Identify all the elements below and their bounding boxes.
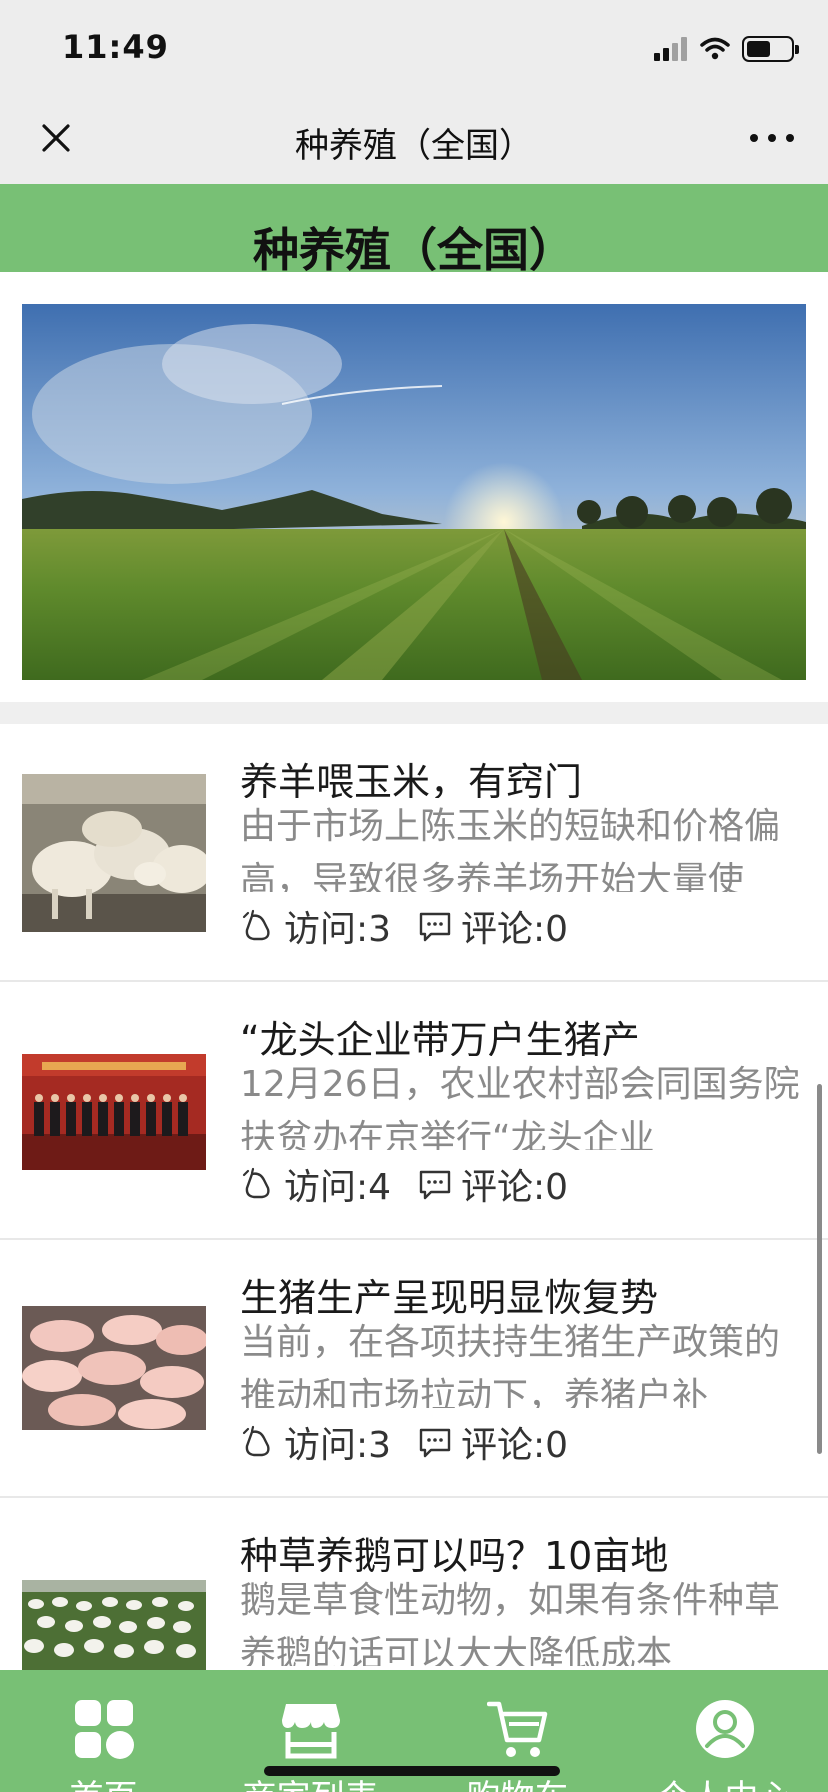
more-icon[interactable]	[750, 126, 794, 150]
tab-home[interactable]: 首页	[0, 1670, 207, 1792]
store-icon	[282, 1704, 340, 1759]
comment-icon	[419, 1170, 451, 1200]
section-divider	[0, 702, 828, 724]
tab-label: 首页	[0, 1770, 207, 1792]
battery-level	[747, 41, 771, 57]
article-thumbnail	[22, 1580, 206, 1670]
article-summary: 12月26日，农业农村部会同国务院扶贫办在京举行“龙头企业	[240, 1064, 800, 1150]
comment-icon	[419, 912, 451, 942]
visits-icon	[242, 909, 270, 941]
sheep-image	[22, 774, 206, 932]
article-item[interactable]: 养羊喂玉米，有窍门 由于市场上陈玉米的短缺和价格偏高，导致很多养羊场开始大量使 …	[0, 724, 828, 982]
article-summary: 鹅是草食性动物，如果有条件种草养鹅的话可以大大降低成本	[240, 1580, 781, 1666]
field-landscape-image	[22, 304, 806, 680]
article-title[interactable]: 生猪生产呈现明显恢复势	[240, 1270, 800, 1314]
battery-icon	[742, 36, 799, 62]
article-summary: 由于市场上陈玉米的短缺和价格偏高，导致很多养羊场开始大量使	[240, 806, 781, 892]
article-item[interactable]: 生猪生产呈现明显恢复势 当前，在各项扶持生猪生产政策的推动和市场拉动下，养猪户补…	[0, 1240, 828, 1498]
article-item[interactable]: 种草养鹅可以吗？10亩地 鹅是草食性动物，如果有条件种草养鹅的话可以大大降低成本	[0, 1498, 828, 1670]
scrollbar[interactable]	[817, 1084, 822, 1454]
nav-title: 种养殖（全国）	[295, 126, 533, 166]
cart-icon	[487, 1701, 548, 1757]
visit-count-label: 访问:4	[284, 1167, 392, 1208]
article-title[interactable]: 种草养鹅可以吗？10亩地	[240, 1528, 800, 1572]
comment-count: 评论:0	[417, 900, 568, 952]
visits-icon	[242, 1167, 270, 1199]
status-time: 11:49	[62, 28, 169, 66]
wifi-icon	[700, 37, 730, 60]
page-header: 种养殖（全国）	[0, 184, 828, 272]
article-meta: 访问:3 评论:0	[240, 1420, 594, 1466]
comment-icon	[419, 1428, 451, 1458]
visit-count: 访问:4	[240, 1158, 391, 1210]
meeting-image	[22, 1054, 206, 1170]
user-icon	[696, 1700, 754, 1758]
article-thumbnail	[22, 1306, 206, 1430]
tab-label: 个人中心	[621, 1770, 828, 1792]
article-meta: 访问:3 评论:0	[240, 904, 594, 950]
cellular-signal-icon	[654, 37, 688, 61]
article-thumbnail	[22, 1054, 206, 1170]
visit-count-label: 访问:3	[284, 909, 392, 950]
comment-count: 评论:0	[417, 1158, 568, 1210]
comment-count: 评论:0	[417, 1416, 568, 1468]
home-indicator	[264, 1766, 560, 1776]
article-summary: 当前，在各项扶持生猪生产政策的推动和市场拉动下，养猪户补	[240, 1322, 781, 1408]
article-item[interactable]: “龙头企业带万户生猪产 12月26日，农业农村部会同国务院扶贫办在京举行“龙头企…	[0, 982, 828, 1240]
status-bar: 11:49	[0, 0, 828, 96]
tab-profile[interactable]: 个人中心	[621, 1670, 828, 1792]
pigs-image	[22, 1306, 206, 1430]
grid-icon	[75, 1700, 134, 1759]
article-title[interactable]: 养羊喂玉米，有窍门	[240, 754, 800, 798]
visit-count: 访问:3	[240, 1416, 391, 1468]
comment-count-label: 评论:0	[461, 1167, 569, 1208]
article-title[interactable]: “龙头企业带万户生猪产	[240, 1012, 800, 1056]
comment-count-label: 评论:0	[461, 1425, 569, 1466]
status-icons	[654, 34, 799, 64]
comment-count-label: 评论:0	[461, 909, 569, 950]
visit-count-label: 访问:3	[284, 1425, 392, 1466]
article-meta: 访问:4 评论:0	[240, 1162, 594, 1208]
visit-count: 访问:3	[240, 900, 391, 952]
geese-image	[22, 1580, 206, 1670]
banner-image[interactable]	[22, 304, 806, 680]
nav-bar: 种养殖（全国）	[0, 96, 828, 184]
article-thumbnail	[22, 774, 206, 932]
page-title: 种养殖（全国）	[253, 223, 575, 272]
article-list[interactable]: 养羊喂玉米，有窍门 由于市场上陈玉米的短缺和价格偏高，导致很多养羊场开始大量使 …	[0, 724, 828, 1670]
visits-icon	[242, 1425, 270, 1457]
